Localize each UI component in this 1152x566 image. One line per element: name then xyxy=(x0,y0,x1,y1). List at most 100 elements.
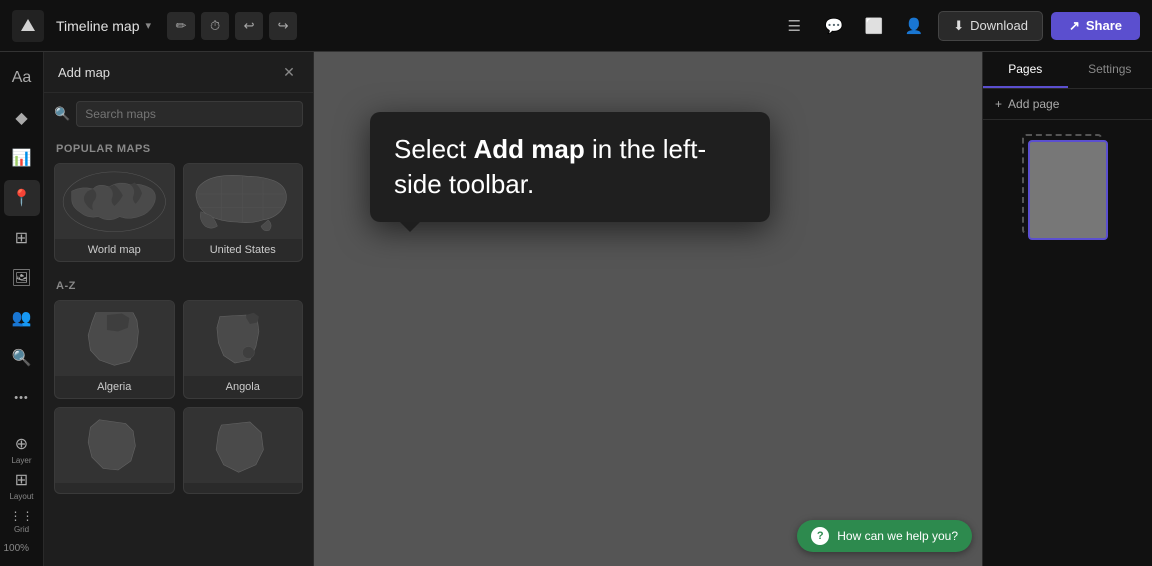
angola-label: Angola xyxy=(184,376,303,398)
us-map-svg xyxy=(189,168,296,236)
grid-icon: ⋮⋮ xyxy=(10,509,34,523)
header-right: ☰ 💬 ⬜ 👤 ⬇ Download ↗ Share xyxy=(778,10,1140,42)
add-page-button[interactable]: + Add page xyxy=(983,89,1152,120)
tab-settings[interactable]: Settings xyxy=(1068,52,1152,88)
popular-maps-grid: World map xyxy=(44,159,313,272)
map-item-3[interactable] xyxy=(54,407,175,494)
sidebar-item-photos[interactable]: 🖼 xyxy=(4,260,40,296)
map3-svg xyxy=(67,416,162,476)
add-map-panel: Add map ✕ 🔍 Popular maps xyxy=(44,52,314,566)
map4-thumb xyxy=(184,408,303,483)
map-pin-icon: 📍 xyxy=(12,188,32,208)
close-icon: ✕ xyxy=(283,64,295,81)
map-search-input[interactable] xyxy=(76,101,303,127)
map4-svg xyxy=(195,416,290,476)
sidebar-item-grid[interactable]: ⋮⋮ Grid xyxy=(4,503,40,539)
logo-icon xyxy=(19,17,37,35)
download-button[interactable]: ⬇ Download xyxy=(938,11,1043,41)
grid-label: Grid xyxy=(14,525,29,534)
tooltip-text: Select Add map in the left-side toolbar. xyxy=(394,132,746,202)
right-tabs: Pages Settings xyxy=(983,52,1152,89)
header: Timeline map ▾ ✏ ⏱ ↩ ↪ ☰ 💬 ⬜ 👤 ⬇ Downloa… xyxy=(0,0,1152,52)
search-icon: 🔍 xyxy=(12,348,32,368)
help-button[interactable]: ? How can we help you? xyxy=(797,520,972,552)
right-sidebar: Pages Settings + Add page xyxy=(982,52,1152,566)
panel-search-row: 🔍 xyxy=(44,93,313,135)
notes-icon-btn[interactable]: ☰ xyxy=(778,10,810,42)
az-section-label: A-Z xyxy=(44,272,313,296)
angola-svg xyxy=(195,309,290,369)
sidebar-item-layer[interactable]: ⊕ Layer xyxy=(4,431,40,467)
canvas-area[interactable]: Select Add map in the left-side toolbar. xyxy=(314,52,982,566)
sidebar-item-search[interactable]: 🔍 xyxy=(4,340,40,376)
map-item-us[interactable]: United States xyxy=(183,163,304,262)
map3-label xyxy=(55,483,174,493)
title-chevron-icon[interactable]: ▾ xyxy=(146,19,152,32)
history-tool-btn[interactable]: ⏱ xyxy=(201,12,229,40)
map4-label xyxy=(184,483,303,493)
layer-icon: ⊕ xyxy=(15,434,28,454)
world-map-svg xyxy=(61,168,168,236)
map-item-world[interactable]: World map xyxy=(54,163,175,262)
share-label: Share xyxy=(1086,18,1122,33)
panel-title: Add map xyxy=(58,65,110,80)
photos-icon: 🖼 xyxy=(11,268,31,288)
more-icon: ••• xyxy=(14,392,29,404)
comments-icon-btn[interactable]: 💬 xyxy=(818,10,850,42)
page-1-wrapper xyxy=(1028,140,1108,240)
sidebar-item-people[interactable]: 👥 xyxy=(4,300,40,336)
download-icon: ⬇ xyxy=(953,18,964,34)
people-icon: 👥 xyxy=(12,308,32,328)
edit-tool-btn[interactable]: ✏ xyxy=(167,12,195,40)
share-button[interactable]: ↗ Share xyxy=(1051,12,1140,40)
map-item-4[interactable] xyxy=(183,407,304,494)
layout-label: Layout xyxy=(9,492,33,501)
us-map-thumb xyxy=(184,164,303,239)
help-icon: ? xyxy=(811,527,829,545)
sidebar-item-chart[interactable]: 📊 xyxy=(4,140,40,176)
undo-tool-btn[interactable]: ↩ xyxy=(235,12,263,40)
page-thumbnails xyxy=(983,120,1152,566)
angola-thumb xyxy=(184,301,303,376)
text-icon: Aa xyxy=(12,69,32,87)
zoom-level[interactable]: 100% xyxy=(4,539,40,558)
panel-header: Add map ✕ xyxy=(44,52,313,93)
redo-tool-btn[interactable]: ↪ xyxy=(269,12,297,40)
templates-icon: ⊞ xyxy=(15,228,28,248)
app-logo xyxy=(12,10,44,42)
page-1-thumb[interactable] xyxy=(1028,140,1108,240)
share-icon: ↗ xyxy=(1069,18,1080,34)
users-icon-btn[interactable]: 👤 xyxy=(898,10,930,42)
map-item-algeria[interactable]: Algeria xyxy=(54,300,175,399)
present-icon-btn[interactable]: ⬜ xyxy=(858,10,890,42)
tooltip-overlay: Select Add map in the left-side toolbar. xyxy=(370,112,770,222)
header-tools: ✏ ⏱ ↩ ↪ xyxy=(167,12,297,40)
help-label: How can we help you? xyxy=(837,529,958,543)
sidebar-item-elements[interactable]: ◆ xyxy=(4,100,40,136)
map-item-angola[interactable]: Angola xyxy=(183,300,304,399)
sidebar-bottom: ⊕ Layer ⊞ Layout ⋮⋮ Grid 100% xyxy=(4,431,40,558)
world-map-thumb xyxy=(55,164,174,239)
add-page-label: Add page xyxy=(1008,97,1059,111)
tab-pages[interactable]: Pages xyxy=(983,52,1068,88)
sidebar-item-templates[interactable]: ⊞ xyxy=(4,220,40,256)
sidebar-item-text[interactable]: Aa xyxy=(4,60,40,96)
sidebar-item-layout[interactable]: ⊞ Layout xyxy=(4,467,40,503)
algeria-thumb xyxy=(55,301,174,376)
download-label: Download xyxy=(970,18,1028,33)
az-maps-grid: Algeria Angola xyxy=(44,296,313,504)
sidebar-item-more[interactable]: ••• xyxy=(4,380,40,416)
main-layout: Aa ◆ 📊 📍 ⊞ 🖼 👥 🔍 ••• ⊕ Layer xyxy=(0,52,1152,566)
header-title-group: Timeline map ▾ xyxy=(56,18,151,34)
tooltip-bold: Add map xyxy=(474,134,585,164)
sidebar-item-map[interactable]: 📍 xyxy=(4,180,40,216)
plus-icon: + xyxy=(995,97,1002,111)
icon-sidebar: Aa ◆ 📊 📍 ⊞ 🖼 👥 🔍 ••• ⊕ Layer xyxy=(0,52,44,566)
layout-icon: ⊞ xyxy=(15,470,28,490)
us-map-label: United States xyxy=(184,239,303,261)
algeria-svg xyxy=(67,309,162,369)
world-map-label: World map xyxy=(55,239,174,261)
search-icon: 🔍 xyxy=(54,106,70,122)
document-title[interactable]: Timeline map xyxy=(56,18,140,34)
panel-close-button[interactable]: ✕ xyxy=(279,62,299,82)
